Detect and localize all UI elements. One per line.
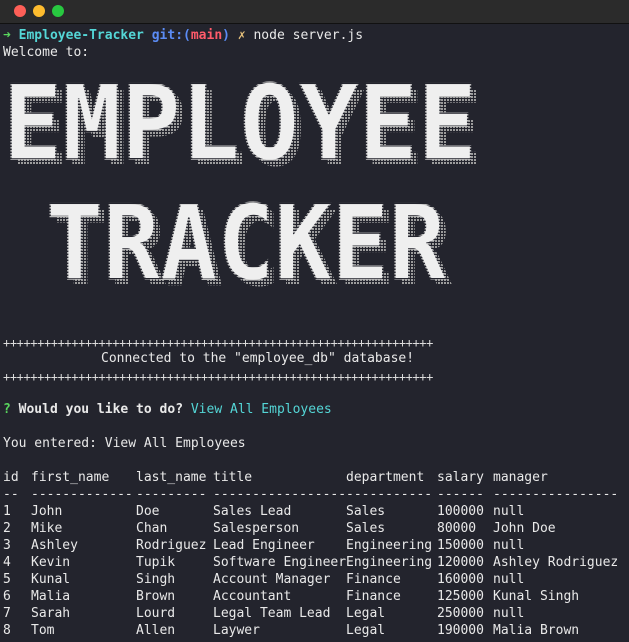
cell-id: 3 xyxy=(3,538,11,553)
cell-id: 2 xyxy=(3,521,11,536)
cell-manager: null xyxy=(493,504,525,519)
table-row: 5 Kunal Singh Account Manager Finance 16… xyxy=(0,571,629,588)
question-mark-icon: ? xyxy=(3,402,11,417)
inquirer-question: ? Would you like to do? View All Employe… xyxy=(3,401,332,418)
cell-salary: 190000 xyxy=(437,623,484,638)
column-divider: ----------- xyxy=(346,487,433,502)
banner-line1: EMPLOYEE xyxy=(3,64,477,184)
cell-department: Legal xyxy=(346,623,386,638)
cell-department: Finance xyxy=(346,572,401,587)
cell-first-name: John xyxy=(31,504,63,519)
cell-title: Legal Team Lead xyxy=(213,606,331,621)
cell-department: Engineering xyxy=(346,555,433,570)
cell-salary: 100000 xyxy=(437,504,484,519)
cell-id: 7 xyxy=(3,606,11,621)
column-divider: -- xyxy=(3,487,19,502)
table-row: 4 Kevin Tupik Software Engineer Engineer… xyxy=(0,554,629,571)
table-row: 7 Sarah Lourd Legal Team Lead Legal 2500… xyxy=(0,605,629,622)
terminal-window: ➜ Employee-Tracker git:(main) ✗ node ser… xyxy=(0,0,629,642)
cell-title: Laywer xyxy=(213,623,260,638)
cell-first-name: Tom xyxy=(31,623,55,638)
question-text: Would you like to do? xyxy=(18,402,184,417)
cell-last-name: Lourd xyxy=(136,606,176,621)
cell-salary: 80000 xyxy=(437,521,477,536)
cell-first-name: Sarah xyxy=(31,606,71,621)
cell-last-name: Tupik xyxy=(136,555,176,570)
cell-last-name: Brown xyxy=(136,589,176,604)
cell-id: 6 xyxy=(3,589,11,604)
column-divider: ---------------- xyxy=(493,487,619,502)
table-header-row: id first_name last_name title department… xyxy=(0,469,629,486)
cell-salary: 250000 xyxy=(437,606,484,621)
table-row: 8 Tom Allen Laywer Legal 190000 Malia Br… xyxy=(0,622,629,639)
cell-manager: Ashley Rodriguez xyxy=(493,555,619,570)
cell-title: Lead Engineer xyxy=(213,538,315,553)
cell-id: 1 xyxy=(3,504,11,519)
cell-last-name: Allen xyxy=(136,623,176,638)
cell-department: Engineering xyxy=(346,538,433,553)
cell-title: Account Manager xyxy=(213,572,331,587)
column-header: first_name xyxy=(31,470,110,485)
banner-line2: TRACKER xyxy=(46,184,447,304)
cell-department: Finance xyxy=(346,589,401,604)
cell-department: Legal xyxy=(346,606,386,621)
cell-manager: Kunal Singh xyxy=(493,589,580,604)
cell-salary: 150000 xyxy=(437,538,484,553)
table-row: 3 Ashley Rodriguez Lead Engineer Enginee… xyxy=(0,537,629,554)
cell-manager: John Doe xyxy=(493,521,556,536)
column-header: salary xyxy=(437,470,484,485)
column-header: last_name xyxy=(136,470,207,485)
table-row: 6 Malia Brown Accountant Finance 125000 … xyxy=(0,588,629,605)
cell-id: 5 xyxy=(3,572,11,587)
column-header: department xyxy=(346,470,425,485)
cell-manager: null xyxy=(493,572,525,587)
connection-message: Connected to the "employee_db" database! xyxy=(101,351,415,366)
cell-salary: 125000 xyxy=(437,589,484,604)
question-answer[interactable]: View All Employees xyxy=(191,402,332,417)
column-header: id xyxy=(3,470,19,485)
cell-last-name: Doe xyxy=(136,504,160,519)
cell-manager: null xyxy=(493,538,525,553)
cell-salary: 160000 xyxy=(437,572,484,587)
cell-manager: null xyxy=(493,606,525,621)
cell-manager: Malia Brown xyxy=(493,623,580,638)
cell-id: 4 xyxy=(3,555,11,570)
cell-first-name: Kevin xyxy=(31,555,71,570)
cell-last-name: Singh xyxy=(136,572,176,587)
column-divider: ------ xyxy=(437,487,484,502)
column-divider: ------------- xyxy=(31,487,133,502)
column-divider: ----------------- xyxy=(213,487,347,502)
cell-salary: 120000 xyxy=(437,555,484,570)
cell-last-name: Chan xyxy=(136,521,168,536)
cell-first-name: Kunal xyxy=(31,572,71,587)
cell-department: Sales xyxy=(346,504,386,519)
cell-id: 8 xyxy=(3,623,11,638)
cell-first-name: Ashley xyxy=(31,538,78,553)
cell-title: Software Engineer xyxy=(213,555,347,570)
cell-first-name: Mike xyxy=(31,521,63,536)
connection-rule-bottom: ++++++++++++++++++++++++++++++++++++++++… xyxy=(3,370,433,384)
table-row: 1 John Doe Sales Lead Sales 100000 null xyxy=(0,503,629,520)
ascii-banner-art: EMPLOYEE EMPLOYEE TRACKER TRACKER xyxy=(2,63,483,310)
connection-rule-top: ++++++++++++++++++++++++++++++++++++++++… xyxy=(3,336,433,350)
table-row: 2 Mike Chan Salesperson Sales 80000 John… xyxy=(0,520,629,537)
cell-title: Salesperson xyxy=(213,521,300,536)
column-header: title xyxy=(213,470,253,485)
entered-text: You entered: View All Employees xyxy=(3,436,246,451)
column-header: manager xyxy=(493,470,548,485)
column-divider: --------- xyxy=(136,487,207,502)
table-divider-row: -- ------------- --------- -------------… xyxy=(0,486,629,503)
cell-title: Sales Lead xyxy=(213,504,292,519)
cell-first-name: Malia xyxy=(31,589,71,604)
cell-last-name: Rodriguez xyxy=(136,538,207,553)
cell-department: Sales xyxy=(346,521,386,536)
cell-title: Accountant xyxy=(213,589,292,604)
